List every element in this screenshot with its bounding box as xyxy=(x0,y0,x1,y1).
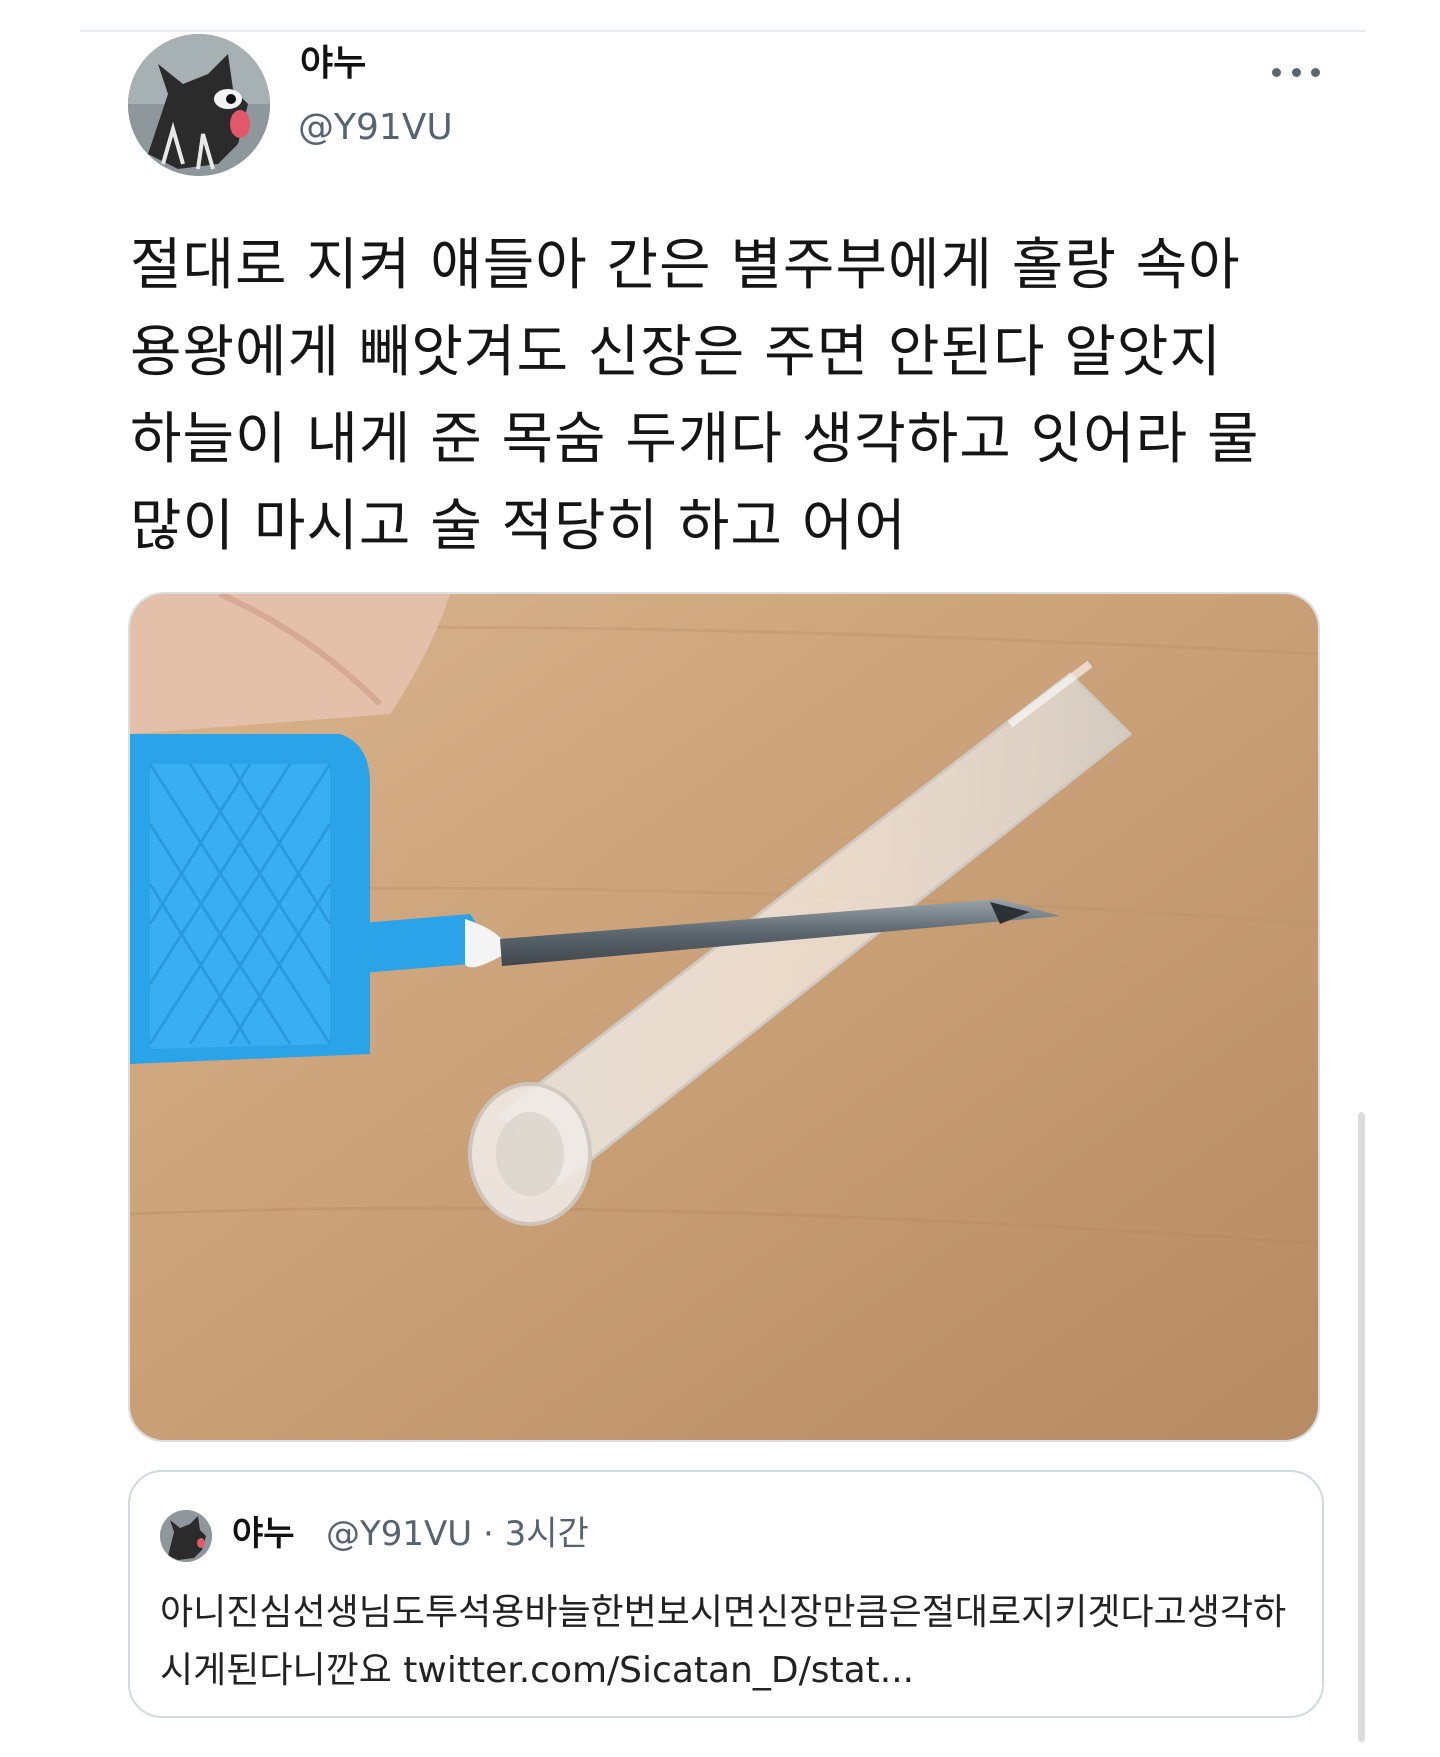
divider xyxy=(80,30,1365,32)
avatar[interactable] xyxy=(128,34,270,176)
tweet-text: 절대로 지켜 얘들아 간은 별주부에게 홀랑 속아 용왕에게 빼앗겨도 신장은 … xyxy=(130,233,1260,559)
avatar-cat-illustration xyxy=(128,34,270,176)
quoted-avatar xyxy=(160,1510,212,1562)
author-handle[interactable]: @Y91VU xyxy=(298,110,453,146)
quoted-tweet[interactable]: 야누 @Y91VU · 3시간 아니진심선생님도투석용바늘한번보시면신장만큼은절… xyxy=(128,1470,1324,1718)
quoted-author-handle-time: @Y91VU · 3시간 xyxy=(326,1514,589,1554)
needle-photo xyxy=(130,594,1318,1440)
dot xyxy=(1311,67,1320,77)
tweet-photo[interactable] xyxy=(128,592,1320,1442)
dot xyxy=(1291,67,1301,77)
quoted-tweet-text: 아니진심선생님도투석용바늘한번보시면신장만큼은절대로지키겟다고생각하시게된다니깐… xyxy=(160,1592,1287,1691)
tweet: 야누 @Y91VU 절대로 지켜 얘들아 간은 별주부에게 홀랑 속아 용왕에게… xyxy=(0,0,1440,1757)
dot xyxy=(1272,67,1281,77)
author-name[interactable]: 야누 xyxy=(300,46,366,82)
more-horizontal-icon[interactable] xyxy=(1272,58,1320,86)
quoted-author-name: 야누 xyxy=(232,1514,295,1554)
scrollbar[interactable] xyxy=(1358,1112,1365,1742)
